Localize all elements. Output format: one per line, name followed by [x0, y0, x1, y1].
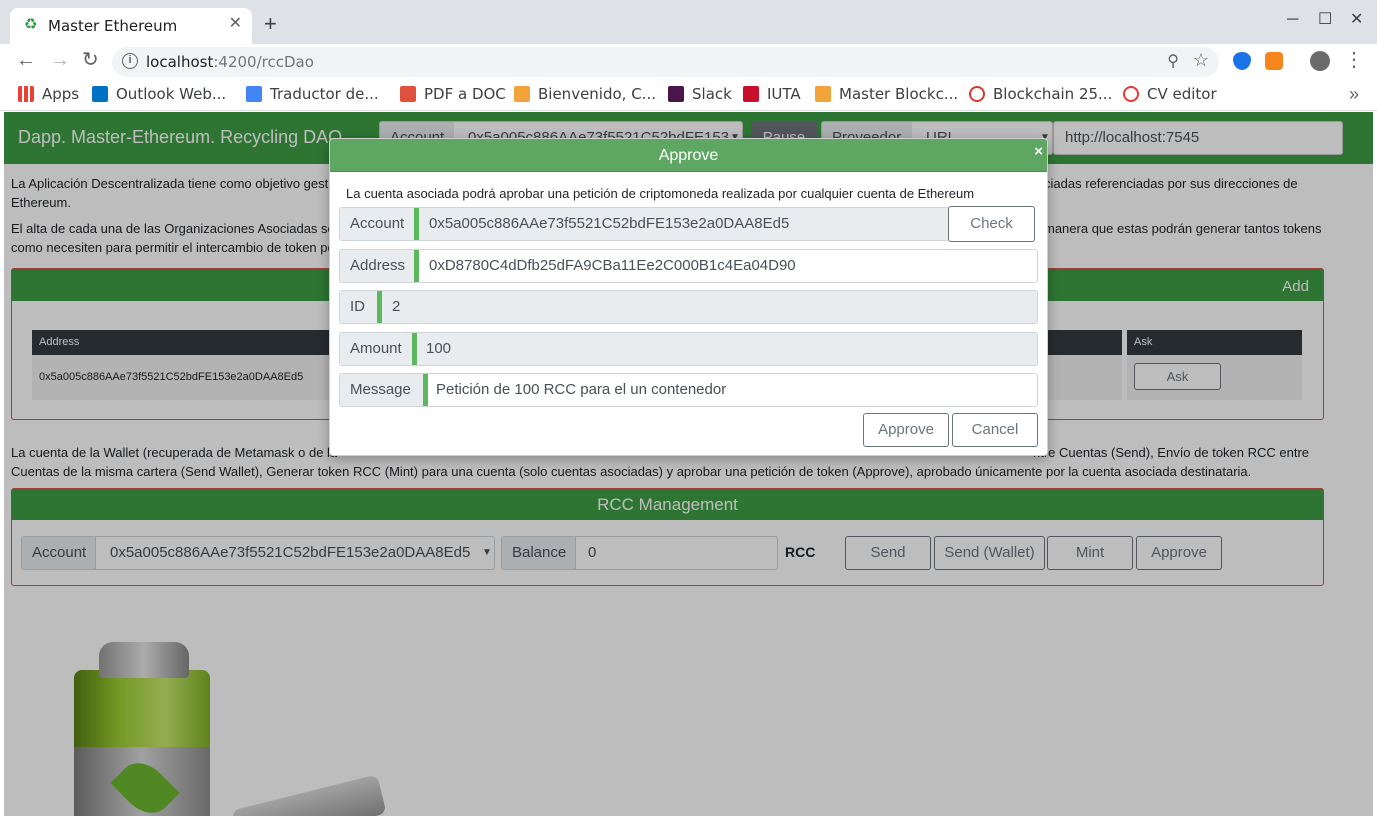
browser-tab[interactable]: ♻ Master Ethereum ✕	[10, 8, 252, 44]
pencil-icon	[815, 86, 831, 102]
address-bar[interactable]: i localhost:4200/rccDao ⚲ ☆	[112, 47, 1219, 77]
metamask-icon[interactable]	[1265, 52, 1283, 70]
modal-account-label: Account	[340, 208, 419, 240]
modal-address-label: Address	[340, 250, 419, 282]
modal-id-label: ID	[340, 291, 382, 323]
back-icon[interactable]: ←	[16, 49, 36, 71]
new-tab-icon[interactable]: +	[264, 12, 277, 36]
bookmark-apps[interactable]: Apps	[18, 85, 79, 105]
modal-message-label: Message	[340, 374, 428, 406]
tab-strip: ♻ Master Ethereum ✕ + ─ ☐ ✕	[0, 0, 1377, 44]
reload-icon[interactable]: ↻	[82, 49, 99, 71]
slack-icon	[668, 86, 684, 102]
bookmark-cv-editor[interactable]: CV editor	[1123, 85, 1217, 105]
check-button[interactable]: Check	[948, 206, 1035, 242]
modal-title: Approve	[658, 147, 719, 164]
menu-icon[interactable]: ⋮	[1344, 49, 1364, 71]
modal-account-value: 0x5a005c886AAe73f5521C52bdFE153e2a0DAA8E…	[429, 215, 790, 232]
bookmark-bienvenido[interactable]: Bienvenido, C...	[514, 85, 656, 105]
apps-grid-icon	[18, 86, 34, 102]
close-icon[interactable]: ×	[1034, 144, 1043, 159]
bookmarks-bar: Apps Outlook Web... Traductor de... PDF …	[0, 78, 1377, 111]
browser-toolbar: ← → ↻ i localhost:4200/rccDao ⚲ ☆ ⋮	[0, 44, 1377, 78]
modal-address-value[interactable]: 0xD8780C4dDfb25dFA9CBa11Ee2C000B1c4Ea04D…	[429, 257, 796, 274]
modal-id-value: 2	[392, 298, 401, 315]
minimize-icon[interactable]: ─	[1287, 10, 1298, 30]
tab-close-icon[interactable]: ✕	[229, 15, 242, 33]
pdf-icon	[400, 86, 416, 102]
modal-amount-value: 100	[426, 340, 452, 357]
profile-avatar[interactable]	[1310, 51, 1330, 71]
window-close-icon[interactable]: ✕	[1350, 10, 1363, 30]
bookmark-master[interactable]: Master Blockc...	[815, 85, 958, 105]
bookmark-slack[interactable]: Slack	[668, 85, 732, 105]
recycle-icon: ♻	[24, 16, 38, 33]
more-bookmarks-icon[interactable]: »	[1349, 84, 1359, 105]
modal-header: Approve ×	[330, 139, 1047, 172]
outlook-icon	[92, 86, 108, 102]
bookmark-blockchain[interactable]: Blockchain 25...	[969, 85, 1112, 105]
check-circle-icon	[1123, 86, 1139, 102]
blockchain-icon	[969, 86, 985, 102]
forward-icon[interactable]: →	[50, 49, 70, 71]
zoom-icon[interactable]: ⚲	[1167, 51, 1179, 71]
approve-modal: Approve × La cuenta asociada podrá aprob…	[329, 138, 1048, 456]
pencil-icon	[514, 86, 530, 102]
modal-amount-field: Amount 100	[339, 332, 1038, 366]
shield-extension-icon[interactable]	[1233, 52, 1251, 70]
modal-id-field: ID 2	[339, 290, 1038, 324]
modal-approve-button[interactable]: Approve	[863, 413, 949, 447]
modal-description: La cuenta asociada podrá aprobar una pet…	[346, 186, 975, 201]
tab-title: Master Ethereum	[48, 17, 178, 35]
bookmark-star-icon[interactable]: ☆	[1193, 50, 1209, 71]
modal-account-field: Account 0x5a005c886AAe73f5521C52bdFE153e…	[339, 207, 950, 241]
modal-message-value[interactable]: Petición de 100 RCC para el un contenedo…	[436, 381, 726, 398]
bookmark-outlook[interactable]: Outlook Web...	[92, 85, 226, 105]
modal-cancel-button[interactable]: Cancel	[952, 413, 1038, 447]
bookmark-translator[interactable]: Traductor de...	[246, 85, 379, 105]
maximize-icon[interactable]: ☐	[1318, 10, 1332, 30]
bookmark-pdf[interactable]: PDF a DOC	[400, 85, 506, 105]
modal-amount-label: Amount	[340, 333, 417, 365]
url-text[interactable]: localhost:4200/rccDao	[146, 53, 314, 71]
translate-icon	[246, 86, 262, 102]
modal-address-field[interactable]: Address 0xD8780C4dDfb25dFA9CBa11Ee2C000B…	[339, 249, 1038, 283]
iuta-icon	[743, 86, 759, 102]
modal-message-field[interactable]: Message Petición de 100 RCC para el un c…	[339, 373, 1038, 407]
info-icon[interactable]: i	[122, 53, 138, 69]
bookmark-iuta[interactable]: IUTA	[743, 85, 801, 105]
